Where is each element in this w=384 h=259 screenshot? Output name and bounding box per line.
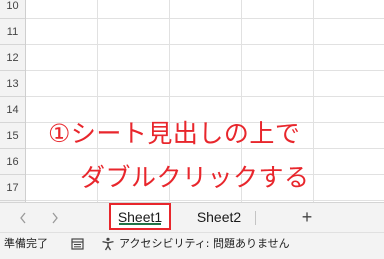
sheet-tab-bar: Sheet1 Sheet2 + (0, 202, 384, 232)
row-header-10[interactable]: 10 (0, 0, 25, 19)
worksheet-grid[interactable]: 10 11 12 13 14 15 16 17 ①シート見出しの上で ダブルクリ… (0, 0, 384, 202)
status-ready: 準備完了 (4, 237, 48, 250)
active-tab-indicator (119, 223, 161, 225)
sheet-tab-sheet2[interactable]: Sheet2 (188, 203, 250, 232)
row-header-11[interactable]: 11 (0, 19, 25, 45)
gridline (26, 44, 384, 45)
gridline (26, 18, 384, 19)
chevron-right-icon[interactable] (47, 209, 63, 227)
sheet-tab-label: Sheet2 (196, 209, 242, 225)
accessibility-icon[interactable] (101, 237, 115, 251)
sheet-tab-sheet1[interactable]: Sheet1 (109, 203, 171, 230)
add-sheet-button[interactable]: + (297, 207, 317, 227)
status-bar: 準備完了 アクセシビリティ: 問題ありません (0, 232, 384, 259)
row-header-17[interactable]: 17 (0, 175, 25, 201)
row-headers: 10 11 12 13 14 15 16 17 (0, 0, 26, 202)
row-header-15[interactable]: 15 (0, 123, 25, 149)
gridline (313, 0, 314, 202)
annotation-step-1-cont: ダブルクリックする (80, 163, 310, 192)
gridline (26, 96, 384, 97)
accessibility-status[interactable]: アクセシビリティ: 問題ありません (119, 233, 290, 259)
gridline (26, 70, 384, 71)
row-header-14[interactable]: 14 (0, 97, 25, 123)
row-header-16[interactable]: 16 (0, 149, 25, 175)
annotation-step-1: ①シート見出しの上で (48, 119, 301, 148)
gridline (26, 200, 384, 201)
chevron-left-icon[interactable] (15, 209, 31, 227)
workbook-stats-icon[interactable] (71, 237, 85, 251)
row-header-12[interactable]: 12 (0, 45, 25, 71)
tab-divider (255, 211, 256, 225)
row-header-13[interactable]: 13 (0, 71, 25, 97)
